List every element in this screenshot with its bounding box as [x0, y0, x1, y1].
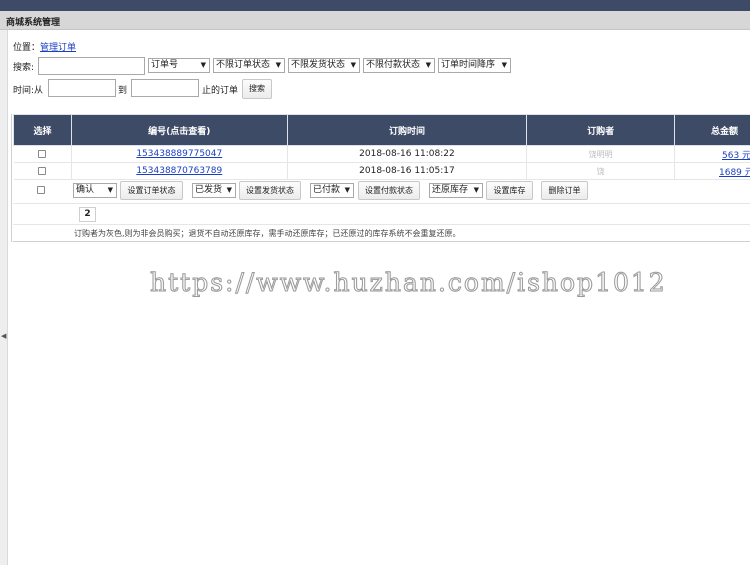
buyer-name: 饶明明	[588, 149, 613, 159]
caret-down-icon: ▼	[344, 186, 350, 194]
caret-down-icon: ▼	[107, 186, 113, 194]
order-status-action-value: 确认	[76, 185, 95, 195]
info-note: 订购者为灰色,则为非会员购买；退货不自动还原库存，需手动还原库存；已还原过的库存…	[74, 229, 461, 238]
search-field-value: 订单号	[151, 60, 179, 70]
search-bar: 搜索: 订单号 ▼ 不限订单状态 ▼ 不限发货状态 ▼ 不限付款状态 ▼ 订单时间降序 ▼	[13, 57, 750, 75]
row-checkbox[interactable]	[38, 149, 47, 158]
time-from-label: 时间:从	[13, 86, 44, 96]
page-title: 商城系统管理	[6, 18, 61, 28]
breadcrumb-link[interactable]: 管理订单	[40, 43, 76, 53]
sort-select-value: 订单时间降序	[441, 60, 496, 70]
set-order-status-button[interactable]: 设置订单状态	[120, 181, 183, 200]
col-header-time: 订购时间	[286, 114, 528, 146]
stock-action-value: 还原库存	[432, 185, 469, 195]
page-header: 商城系统管理	[0, 11, 750, 30]
watermark-text: https://www.huzhan.com/ishop1012	[150, 268, 667, 298]
time-to-input[interactable]	[131, 79, 199, 97]
search-field-select[interactable]: 订单号 ▼	[148, 58, 210, 73]
order-status-action-select[interactable]: 确认 ▼	[73, 183, 117, 198]
col-header-order-no: 编号(点击查看)	[70, 114, 288, 146]
caret-down-icon: ▼	[226, 186, 232, 194]
pay-action-value: 已付款	[313, 185, 341, 195]
caret-down-icon: ▼	[350, 61, 356, 69]
col-header-amount: 总金额	[674, 114, 750, 146]
select-all-checkbox[interactable]	[37, 186, 45, 194]
amount-link[interactable]: 1689 元	[719, 168, 750, 178]
set-ship-status-button[interactable]: 设置发货状态	[239, 181, 301, 200]
amount-link[interactable]: 563 元	[722, 151, 750, 161]
note-row: 订购者为灰色,则为非会员购买；退货不自动还原库存，需手动还原库存；已还原过的库存…	[13, 225, 750, 242]
order-number-link[interactable]: 153438870763789	[136, 166, 222, 176]
caret-down-icon: ▼	[501, 61, 507, 69]
breadcrumb-prefix: 位置：	[13, 43, 41, 53]
search-input[interactable]	[38, 57, 145, 75]
top-bar	[0, 0, 750, 11]
breadcrumb: 位置：管理订单	[13, 40, 76, 53]
search-label: 搜索:	[13, 63, 35, 73]
orders-table: 选择 编号(点击查看) 订购时间 订购者 总金额 153438889775047…	[13, 114, 750, 180]
ship-status-filter[interactable]: 不限发货状态 ▼	[288, 58, 360, 73]
time-to-label: 到	[118, 86, 128, 96]
ship-action-value: 已发货	[195, 185, 223, 195]
col-header-select: 选择	[13, 114, 72, 146]
order-status-filter-value: 不限订单状态	[216, 60, 271, 70]
pagination: 2	[13, 204, 750, 225]
table-row: 153438889775047 2018-08-16 11:08:22 饶明明 …	[13, 145, 750, 163]
caret-down-icon: ▼	[473, 186, 479, 194]
col-header-buyer: 订购者	[526, 114, 675, 146]
order-time: 2018-08-16 11:05:17	[287, 162, 528, 180]
ship-status-filter-value: 不限发货状态	[291, 60, 346, 70]
order-status-filter[interactable]: 不限订单状态 ▼	[213, 58, 285, 73]
ship-action-select[interactable]: 已发货 ▼	[192, 183, 236, 198]
page-number[interactable]: 2	[79, 207, 96, 222]
table-header-row: 选择 编号(点击查看) 订购时间 订购者 总金额	[13, 114, 750, 146]
caret-down-icon: ▼	[425, 61, 431, 69]
delete-order-button[interactable]: 删除订单	[541, 181, 588, 200]
bulk-actions-row: 确认 ▼ 设置订单状态 已发货 ▼ 设置发货状态 已付款 ▼ 设置付款状态 还原库存 ▼…	[13, 180, 750, 204]
stock-action-select[interactable]: 还原库存 ▼	[429, 183, 483, 198]
time-until-label: 止的订单	[202, 86, 239, 96]
pay-status-filter[interactable]: 不限付款状态 ▼	[363, 58, 435, 73]
table-row: 153438870763789 2018-08-16 11:05:17 饶 16…	[13, 162, 750, 180]
row-checkbox[interactable]	[38, 166, 47, 175]
buyer-name: 饶	[596, 166, 605, 176]
order-number-link[interactable]: 153438889775047	[136, 149, 222, 159]
sort-select[interactable]: 订单时间降序 ▼	[438, 58, 511, 73]
pay-action-select[interactable]: 已付款 ▼	[310, 183, 354, 198]
search-button[interactable]: 搜索	[242, 79, 272, 99]
order-time: 2018-08-16 11:08:22	[287, 145, 528, 163]
caret-down-icon: ▼	[200, 61, 206, 69]
set-pay-status-button[interactable]: 设置付款状态	[358, 181, 420, 200]
set-stock-button[interactable]: 设置库存	[486, 181, 533, 200]
sidebar-toggle[interactable]: ◀	[0, 30, 8, 565]
caret-down-icon: ▼	[275, 61, 281, 69]
chevron-left-icon[interactable]: ◀	[1, 332, 6, 340]
time-from-input[interactable]	[48, 79, 116, 97]
pay-status-filter-value: 不限付款状态	[366, 60, 421, 70]
